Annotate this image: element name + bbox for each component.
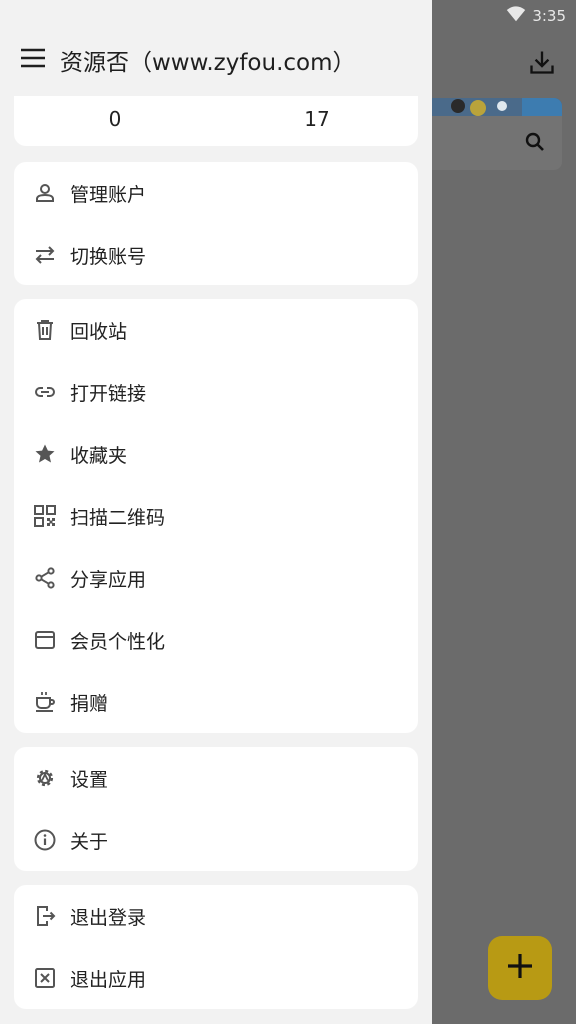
person-icon [32, 180, 58, 206]
hamburger-icon [20, 47, 46, 73]
star-icon [32, 441, 58, 467]
account-section: 管理账户 切换账号 [14, 162, 418, 285]
menu-item-share-app[interactable]: 分享应用 [14, 547, 418, 609]
navigation-drawer: 资源否（www.zyfou.com） 0 17 管理账户 切换账号 回收站 打开… [0, 0, 432, 1024]
share-icon [32, 565, 58, 591]
trash-icon [32, 317, 58, 343]
menu-item-label: 回收站 [70, 320, 128, 343]
tools-section: 回收站 打开链接 收藏夹 扫描二维码 分享应用 会员个性化 捐赠 [14, 299, 418, 733]
link-icon [32, 379, 58, 405]
menu-item-label: 会员个性化 [70, 630, 166, 653]
menu-item-label: 切换账号 [70, 245, 147, 268]
info-icon [32, 827, 58, 853]
banner-image[interactable] [432, 98, 562, 116]
plus-icon [504, 950, 536, 986]
menu-item-member[interactable]: 会员个性化 [14, 609, 418, 671]
menu-item-scan-qr[interactable]: 扫描二维码 [14, 485, 418, 547]
menu-item-open-link[interactable]: 打开链接 [14, 361, 418, 423]
wifi-icon [506, 6, 526, 26]
menu-item-label: 收藏夹 [70, 444, 128, 467]
menu-item-exit-app[interactable]: 退出应用 [14, 947, 418, 1009]
logout-icon [32, 903, 58, 929]
drawer-header: 资源否（www.zyfou.com） [0, 0, 432, 96]
stat-value: 17 [304, 107, 330, 131]
menu-item-recycle-bin[interactable]: 回收站 [14, 299, 418, 361]
exit-section: 退出登录 退出应用 [14, 885, 418, 1009]
status-time: 3:35 [532, 7, 566, 25]
close-box-icon [32, 965, 58, 991]
menu-item-label: 设置 [70, 768, 109, 791]
swap-icon [32, 242, 58, 268]
menu-item-about[interactable]: 关于 [14, 809, 418, 871]
menu-item-label: 关于 [70, 830, 109, 853]
gear-icon [32, 765, 58, 791]
menu-item-label: 打开链接 [70, 382, 147, 405]
menu-item-logout[interactable]: 退出登录 [14, 885, 418, 947]
search-icon [523, 130, 547, 158]
download-button[interactable] [522, 44, 562, 84]
menu-item-donate[interactable]: 捐赠 [14, 671, 418, 733]
menu-item-manage-account[interactable]: 管理账户 [14, 162, 418, 224]
menu-item-label: 捐赠 [70, 692, 109, 715]
coffee-icon [32, 689, 58, 715]
menu-button[interactable] [18, 45, 48, 75]
search-button[interactable] [515, 124, 555, 164]
drawer-title: 资源否（www.zyfou.com） [60, 50, 356, 76]
add-fab-button[interactable] [488, 936, 552, 1000]
qr-code-icon [32, 503, 58, 529]
menu-item-label: 退出应用 [70, 968, 147, 991]
menu-item-label: 扫描二维码 [70, 506, 166, 529]
menu-item-label: 退出登录 [70, 906, 147, 929]
settings-section: 设置 关于 [14, 747, 418, 871]
menu-item-label: 管理账户 [70, 183, 147, 206]
wallet-icon [32, 627, 58, 653]
stat-value: 0 [108, 107, 122, 131]
menu-item-switch-account[interactable]: 切换账号 [14, 224, 418, 286]
download-icon [528, 48, 556, 80]
menu-item-label: 分享应用 [70, 568, 147, 591]
status-bar: 3:35 [432, 0, 576, 32]
menu-item-favorites[interactable]: 收藏夹 [14, 423, 418, 485]
menu-item-settings[interactable]: 设置 [14, 747, 418, 809]
